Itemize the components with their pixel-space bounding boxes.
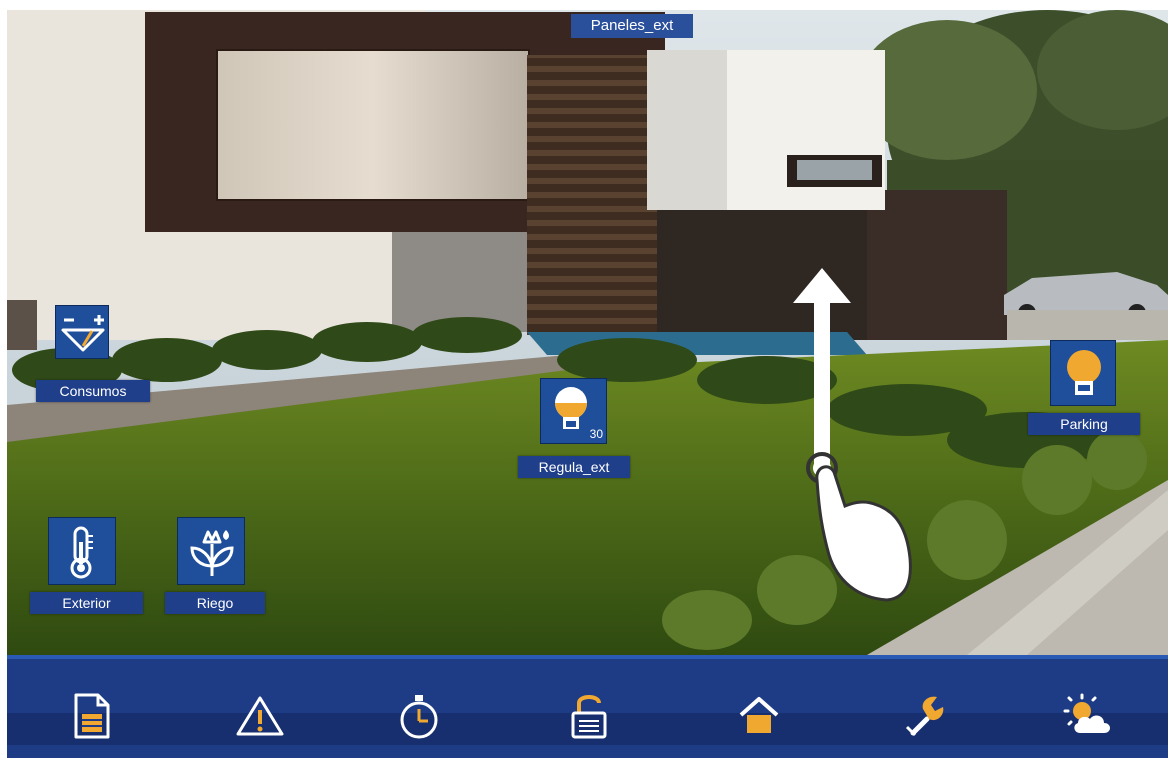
alarm-warning-button[interactable] xyxy=(230,679,290,753)
home-icon xyxy=(739,697,779,733)
unlock-icon xyxy=(571,695,607,739)
timer-clock-icon xyxy=(400,695,438,739)
panel-title: Paneles_ext xyxy=(571,14,693,38)
parking-button[interactable] xyxy=(1050,340,1116,406)
regula-ext-value: 30 xyxy=(589,427,603,441)
bottom-margin xyxy=(0,758,1168,767)
parking-label: Parking xyxy=(1028,413,1140,435)
exterior-button[interactable] xyxy=(48,517,116,585)
consumos-button[interactable] xyxy=(55,305,109,359)
riego-button[interactable] xyxy=(177,517,245,585)
document-button[interactable] xyxy=(62,679,122,753)
consumos-label: Consumos xyxy=(36,380,150,402)
thermometer-icon xyxy=(70,526,93,579)
bulb-icon xyxy=(1067,350,1101,395)
irrigation-plant-icon xyxy=(190,530,234,576)
home-button[interactable] xyxy=(729,679,789,753)
riego-label: Riego xyxy=(165,592,265,614)
document-icon xyxy=(74,693,110,739)
regula-ext-button[interactable]: 30 xyxy=(540,378,607,444)
timer-button[interactable] xyxy=(389,679,449,753)
settings-wrench-icon xyxy=(905,696,944,737)
bottom-navigation-bar xyxy=(7,655,1168,758)
settings-button[interactable] xyxy=(896,679,956,753)
exterior-label: Exterior xyxy=(30,592,143,614)
regula-ext-label: Regula_ext xyxy=(518,456,630,478)
weather-button[interactable] xyxy=(1059,679,1119,753)
unlock-button[interactable] xyxy=(559,679,619,753)
weather-icon xyxy=(1063,693,1110,733)
gauge-icon xyxy=(61,315,105,352)
alarm-warning-icon xyxy=(236,696,284,736)
